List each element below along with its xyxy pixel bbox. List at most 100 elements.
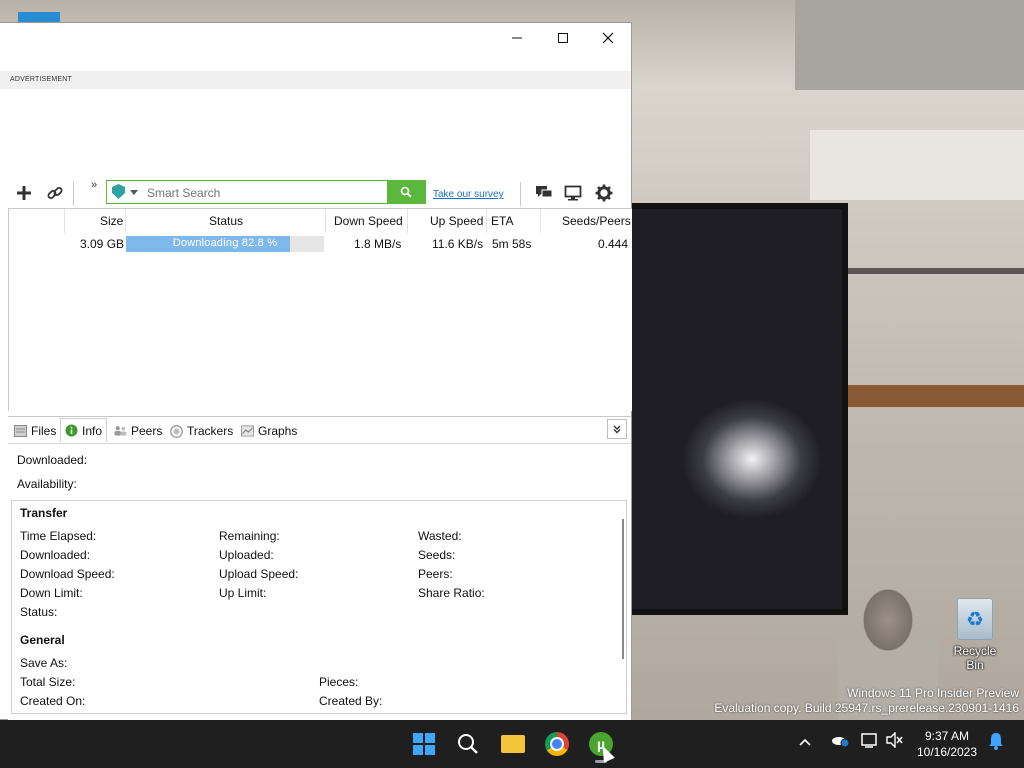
peers-label: Peers: (418, 567, 453, 581)
smart-search-input[interactable] (145, 182, 387, 204)
tab-trackers-label: Trackers (187, 424, 234, 438)
toolbar-separator (73, 182, 74, 206)
notifications-button[interactable] (988, 732, 1004, 753)
maximize-button[interactable] (540, 23, 586, 53)
close-button[interactable] (585, 23, 631, 53)
network-tray-button[interactable] (861, 732, 879, 751)
onedrive-tray-button[interactable] (830, 732, 850, 751)
chat-button[interactable] (532, 178, 556, 208)
shield-icon (112, 184, 125, 199)
tab-files[interactable]: Files (14, 421, 56, 441)
up-limit-label: Up Limit: (219, 586, 267, 600)
speaker-muted-icon (886, 731, 903, 749)
recycle-bin-label: Recycle Bin (953, 644, 997, 672)
tab-info[interactable]: Info (60, 418, 108, 442)
network-icon (861, 733, 877, 748)
plus-icon (17, 186, 31, 200)
column-header-status[interactable]: Status (209, 214, 243, 228)
chevron-up-icon (799, 738, 811, 746)
torrent-eta: 5m 58s (492, 237, 532, 251)
monitor-icon (564, 185, 582, 201)
downloaded-label: Downloaded: (17, 453, 88, 467)
tab-peers-label: Peers (131, 424, 163, 438)
info-icon (65, 424, 78, 437)
torrent-status: Downloading 82.8 % (172, 237, 278, 249)
tab-peers[interactable]: Peers (114, 421, 162, 441)
link-icon (47, 187, 63, 199)
column-header-down-speed[interactable]: Down Speed (334, 214, 403, 228)
seeds-label: Seeds: (418, 548, 456, 562)
remote-button[interactable] (561, 178, 585, 208)
column-header-size[interactable]: Size (100, 214, 123, 228)
collapse-panel-button[interactable] (607, 419, 627, 439)
torrent-size: 3.09 GB (80, 237, 125, 251)
chrome-button[interactable] (541, 729, 573, 759)
trackers-icon (170, 424, 183, 438)
torrent-progress-bar: Downloading 82.8 % (126, 236, 324, 252)
tab-graphs[interactable]: Graphs (241, 421, 297, 441)
share-ratio-label: Share Ratio: (418, 586, 485, 600)
start-icon (413, 733, 435, 755)
table-row[interactable]: 3.09 GB Downloading 82.8 % 1.8 MB/s 11.6… (9, 233, 632, 255)
wallpaper-detail (810, 130, 1024, 200)
torrent-list[interactable]: Size Status Down Speed Up Speed ETA Seed… (8, 208, 632, 592)
start-button[interactable] (408, 729, 440, 759)
files-icon (14, 425, 27, 438)
chevron-down-double-icon (613, 425, 621, 434)
torrent-seeds-peers: 0.444 (598, 237, 629, 251)
created-on-label: Created On: (20, 694, 86, 708)
add-torrent-button[interactable] (12, 178, 36, 208)
torrent-down-speed: 1.8 MB/s (354, 237, 402, 251)
remaining-label: Remaining: (219, 529, 280, 543)
search-button[interactable] (387, 181, 425, 203)
clock-time: 9:37 AM (924, 729, 970, 743)
column-header-eta[interactable]: ETA (491, 214, 513, 228)
tab-trackers[interactable]: Trackers (170, 421, 233, 441)
toolbar-overflow-button[interactable]: » (86, 178, 102, 192)
ad-area[interactable] (0, 89, 631, 179)
wallpaper-tv (632, 203, 848, 615)
column-divider (64, 209, 65, 233)
wasted-label: Wasted: (418, 529, 462, 543)
search-provider-dropdown-icon[interactable] (130, 190, 138, 195)
volume-tray-button[interactable] (886, 731, 904, 751)
utorrent-window: ADVERTISEMENT » Take our survey (0, 22, 632, 722)
chat-icon (536, 186, 553, 198)
graphs-icon (241, 425, 254, 438)
minimize-button[interactable] (494, 23, 540, 53)
column-divider (540, 209, 541, 233)
file-explorer-button[interactable] (497, 729, 529, 759)
taskbar-search-button[interactable] (452, 729, 484, 759)
tab-graphs-label: Graphs (258, 424, 298, 438)
upload-speed-label: Upload Speed: (219, 567, 299, 581)
close-icon (602, 32, 614, 44)
info-panel: Downloaded: Availability: Transfer Time … (8, 443, 631, 722)
torrent-up-speed: 11.6 KB/s (432, 237, 484, 251)
watermark-line-2: Evaluation copy. Build 25947.rs_prerelea… (714, 701, 1019, 715)
tray-overflow-button[interactable] (799, 734, 811, 750)
add-link-button[interactable] (43, 178, 67, 208)
ad-label: ADVERTISEMENT (10, 76, 72, 83)
column-header-up-speed[interactable]: Up Speed (430, 214, 483, 228)
tab-files-label: Files (31, 424, 57, 438)
column-divider (407, 209, 408, 233)
chrome-icon (545, 732, 569, 756)
watermark-line-1: Windows 11 Pro Insider Preview (847, 686, 1019, 700)
cloud-icon (832, 737, 850, 748)
vertical-scrollbar[interactable] (622, 519, 624, 659)
download-speed-label: Download Speed: (20, 567, 115, 581)
system-clock[interactable]: 9:37 AM 10/16/2023 (912, 728, 982, 760)
settings-button[interactable] (592, 178, 616, 208)
detail-tabs: Files Info Peers Trackers Graphs (8, 416, 631, 444)
peers-icon (114, 425, 127, 438)
minimize-icon (512, 37, 522, 39)
column-divider (325, 209, 326, 233)
main-toolbar: » Take our survey (0, 178, 631, 208)
recycle-bin-icon: ♻ (957, 598, 993, 640)
ad-label-bar (0, 71, 631, 89)
toolbar-separator (520, 182, 521, 206)
column-header-seeds-peers[interactable]: Seeds/Peers (562, 214, 631, 228)
recycle-bin-shortcut[interactable]: ♻ Recycle Bin (944, 598, 1006, 672)
title-bar[interactable] (0, 23, 631, 53)
survey-link[interactable]: Take our survey (433, 189, 504, 200)
